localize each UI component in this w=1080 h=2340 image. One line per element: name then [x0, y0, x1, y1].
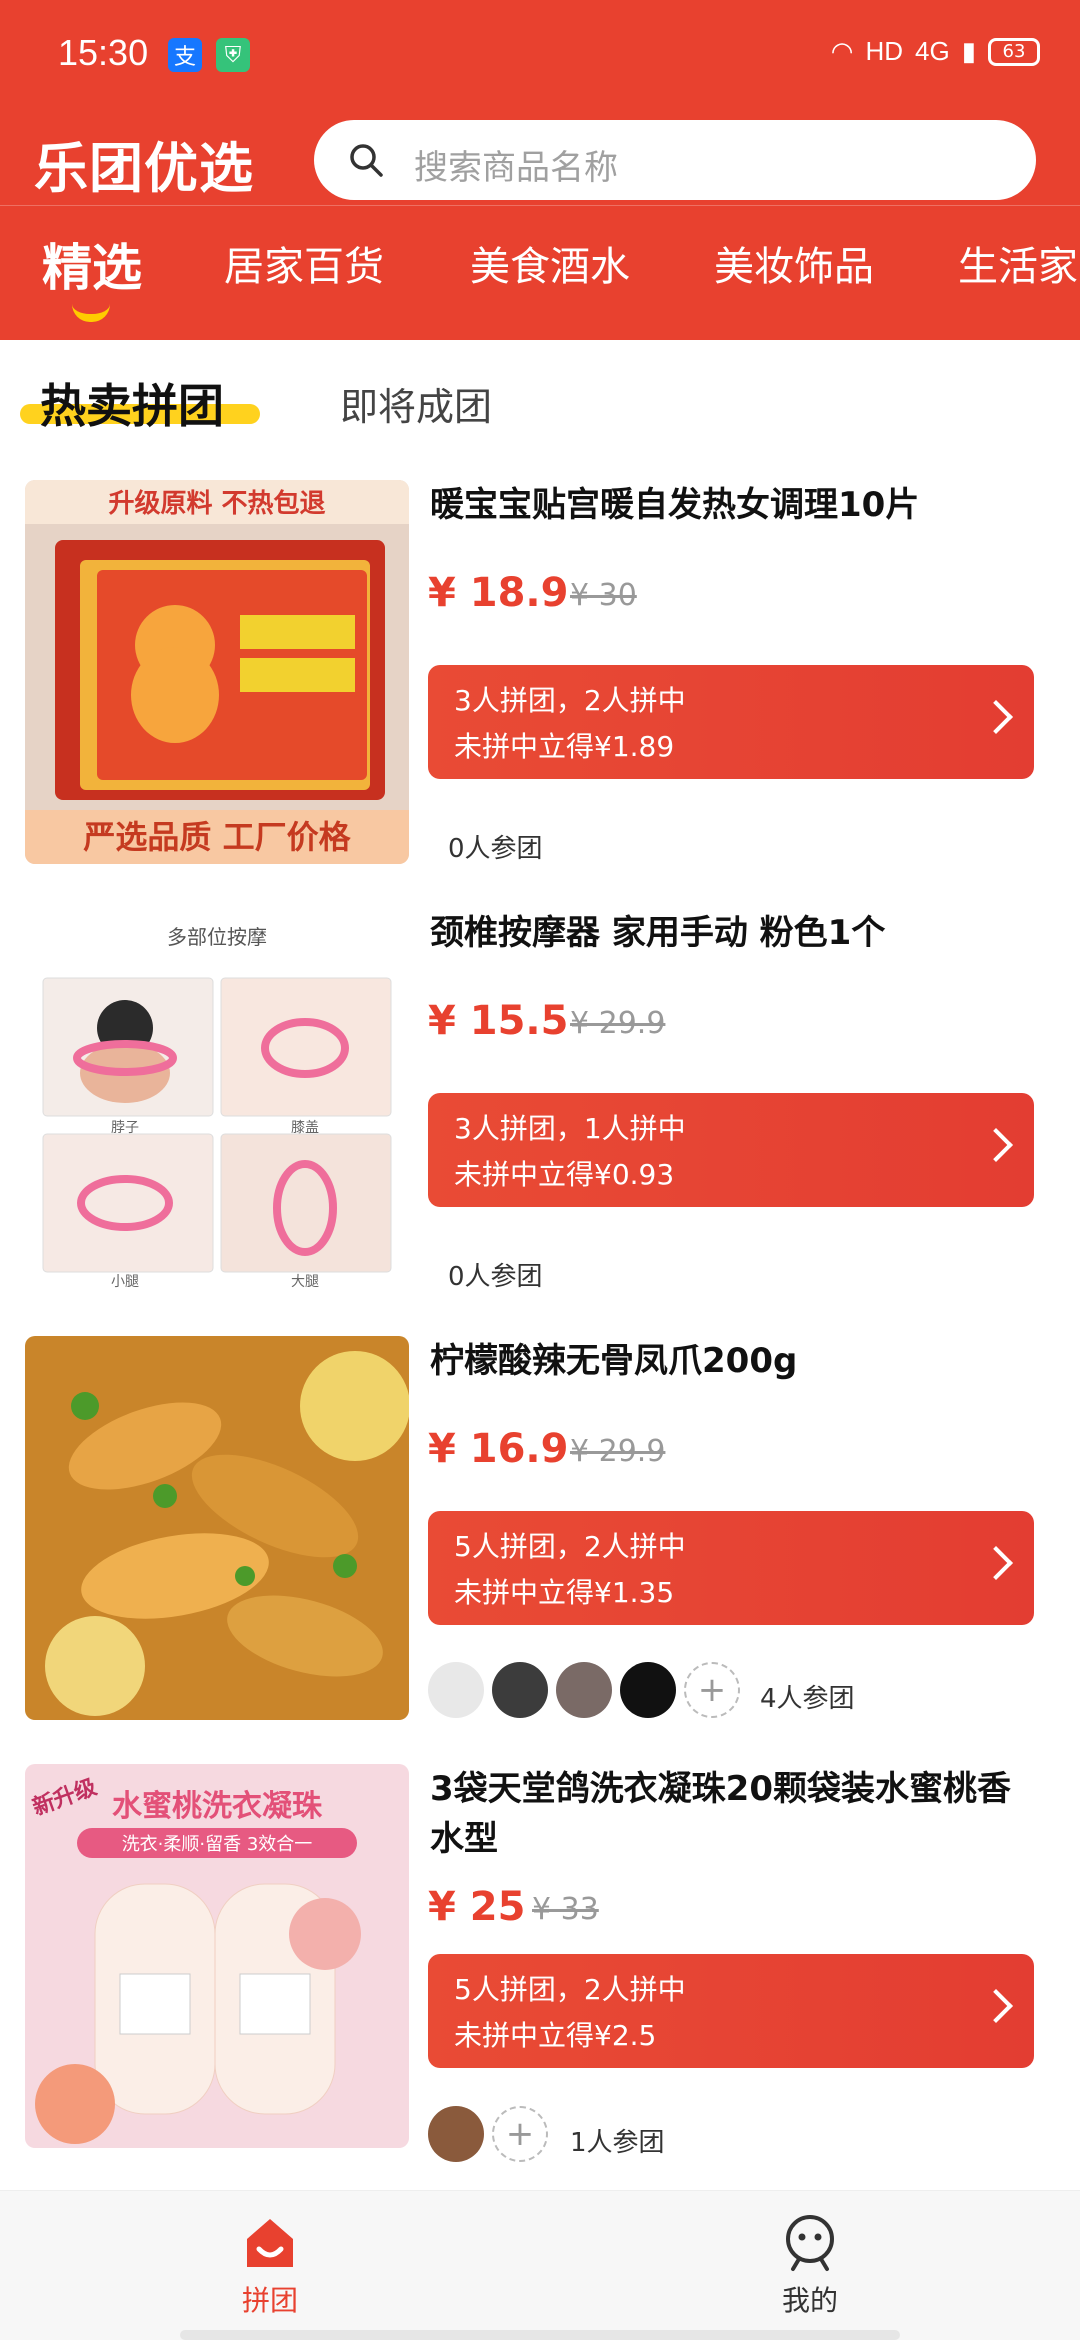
group-reward: 未拼中立得¥2.5	[454, 2019, 657, 2052]
sub-tabs: 热卖拼团 即将成团	[0, 360, 1080, 440]
joined-count: 0人参团	[448, 1262, 543, 1292]
signal-bars-icon: ▮	[961, 36, 976, 66]
security-app-icon: ⛨	[216, 38, 250, 72]
category-tabs: 精选 居家百货 美食酒水 美妆饰品 生活家	[0, 206, 1080, 340]
product-price: ¥ 25	[428, 1884, 526, 1930]
avatar	[556, 1662, 612, 1718]
user-icon	[786, 2215, 834, 2271]
product-original-price: ¥ 29.9	[570, 1434, 666, 1469]
avatar	[492, 1662, 548, 1718]
signal-icon: 4G	[915, 36, 950, 66]
image-caption-top: 水蜜桃洗衣凝珠	[112, 1789, 323, 1824]
nav-label: 拼团	[241, 2284, 298, 2317]
product-image[interactable]: 升级原料 不热包退 严选品质 工厂价格	[25, 480, 409, 864]
tab-home-goods[interactable]: 居家百货	[224, 234, 384, 292]
joined-count: 1人参团	[570, 2128, 665, 2158]
chevron-right-icon	[979, 1128, 1013, 1162]
tab-featured[interactable]: 精选	[42, 228, 142, 300]
group-reward: 未拼中立得¥1.35	[454, 1576, 675, 1609]
brand-row: 乐团优选 搜索商品名称	[0, 110, 1080, 206]
chevron-right-icon	[979, 1989, 1013, 2023]
group-reward: 未拼中立得¥1.89	[454, 730, 675, 763]
alipay-icon: 支	[168, 38, 202, 72]
product-card[interactable]: 升级原料 不热包退 严选品质 工厂价格 暖宝宝贴宫暖自发热女调理10片 ¥ 18…	[0, 480, 1080, 880]
bottom-nav: 拼团 我的	[0, 2190, 1080, 2340]
product-price: ¥ 15.5	[428, 998, 569, 1044]
status-bar: 15:30 支 ⛨ ◠ HD 4G ▮ 63	[0, 0, 1080, 110]
product-original-price: ¥ 30	[570, 578, 637, 613]
group-rule: 5人拼团，2人拼中	[454, 1973, 686, 2006]
product-title[interactable]: 颈椎按摩器 家用手动 粉色1个	[430, 908, 1040, 958]
search-placeholder: 搜索商品名称	[414, 148, 618, 188]
product-title[interactable]: 暖宝宝贴宫暖自发热女调理10片	[430, 480, 1040, 530]
status-right-icons: ◠ HD 4G ▮ 63	[831, 36, 1040, 67]
tab-hot-group[interactable]: 热卖拼团	[40, 370, 224, 436]
app-logo: 乐团优选	[34, 137, 254, 200]
product-card[interactable]: 柠檬酸辣无骨凤爪200g ¥ 16.9 ¥ 29.9 5人拼团，2人拼中 未拼中…	[0, 1336, 1080, 1736]
network-label: HD	[865, 36, 903, 66]
svg-text:小腿: 小腿	[111, 1274, 139, 1290]
group-rule: 3人拼团，2人拼中	[454, 684, 686, 717]
product-original-price: ¥ 29.9	[570, 1006, 666, 1041]
product-original-price: ¥ 33	[532, 1892, 599, 1927]
active-tab-indicator	[72, 304, 110, 322]
image-caption-top: 升级原料 不热包退	[108, 488, 325, 519]
add-participant-icon[interactable]: +	[492, 2106, 548, 2162]
tab-living[interactable]: 生活家	[958, 234, 1078, 292]
add-participant-icon[interactable]: +	[684, 1662, 740, 1718]
status-app-icons: 支 ⛨	[168, 38, 250, 72]
product-title[interactable]: 柠檬酸辣无骨凤爪200g	[430, 1336, 1040, 1386]
avatar	[620, 1662, 676, 1718]
avatar	[428, 1662, 484, 1718]
group-reward: 未拼中立得¥0.93	[454, 1158, 675, 1191]
nav-mine[interactable]: 我的	[710, 2211, 910, 2319]
wifi-icon: ◠	[830, 36, 854, 66]
join-group-button[interactable]: 5人拼团，2人拼中 未拼中立得¥2.5	[428, 1954, 1034, 2068]
group-rule: 5人拼团，2人拼中	[454, 1530, 686, 1563]
nav-label: 我的	[781, 2284, 838, 2317]
group-rule: 3人拼团，1人拼中	[454, 1112, 686, 1145]
joined-count: 0人参团	[448, 834, 543, 864]
tab-beauty[interactable]: 美妆饰品	[714, 234, 874, 292]
search-icon	[350, 144, 383, 177]
product-card[interactable]: 多部位按摩 脖子 膝盖 小腿 大腿 颈椎按摩器 家用手动 粉色1个 ¥ 15.5…	[0, 908, 1080, 1308]
svg-text:膝盖: 膝盖	[291, 1120, 319, 1136]
chevron-right-icon	[979, 1546, 1013, 1580]
app-header: 15:30 支 ⛨ ◠ HD 4G ▮ 63 乐团优选 搜索商品名称 精选 居家…	[0, 0, 1080, 340]
joined-count: 4人参团	[760, 1684, 855, 1714]
product-price: ¥ 16.9	[428, 1426, 569, 1472]
image-caption-bottom: 严选品质 工厂价格	[83, 818, 351, 856]
tab-upcoming-group[interactable]: 即将成团	[340, 376, 492, 431]
nav-group-buy[interactable]: 拼团	[170, 2211, 370, 2319]
search-input[interactable]: 搜索商品名称	[314, 120, 1036, 200]
avatar	[428, 2106, 484, 2162]
home-icon	[247, 2219, 293, 2267]
status-time: 15:30	[58, 32, 149, 73]
participant-avatars: +	[428, 2106, 548, 2162]
svg-text:大腿: 大腿	[291, 1274, 319, 1290]
join-group-button[interactable]: 3人拼团，2人拼中 未拼中立得¥1.89	[428, 665, 1034, 779]
product-title[interactable]: 3袋天堂鸽洗衣凝珠20颗袋装水蜜桃香水型	[430, 1764, 1040, 1864]
image-caption-sub: 洗衣·柔顺·留香 3效合一	[122, 1834, 313, 1855]
battery-icon: 63	[988, 37, 1040, 66]
product-image[interactable]: 多部位按摩 脖子 膝盖 小腿 大腿	[25, 908, 409, 1292]
image-caption-top: 多部位按摩	[167, 925, 267, 949]
svg-text:脖子: 脖子	[111, 1120, 139, 1136]
join-group-button[interactable]: 5人拼团，2人拼中 未拼中立得¥1.35	[428, 1511, 1034, 1625]
product-price: ¥ 18.9	[428, 570, 569, 616]
participant-avatars: +	[428, 1662, 740, 1718]
tab-food-drinks[interactable]: 美食酒水	[470, 234, 630, 292]
chevron-right-icon	[979, 700, 1013, 734]
product-image[interactable]	[25, 1336, 409, 1720]
product-image[interactable]: 水蜜桃洗衣凝珠 洗衣·柔顺·留香 3效合一 新升级	[25, 1764, 409, 2148]
product-card[interactable]: 水蜜桃洗衣凝珠 洗衣·柔顺·留香 3效合一 新升级 3袋天堂鸽洗衣凝珠20颗袋装…	[0, 1764, 1080, 2164]
join-group-button[interactable]: 3人拼团，1人拼中 未拼中立得¥0.93	[428, 1093, 1034, 1207]
home-indicator	[180, 2330, 900, 2340]
